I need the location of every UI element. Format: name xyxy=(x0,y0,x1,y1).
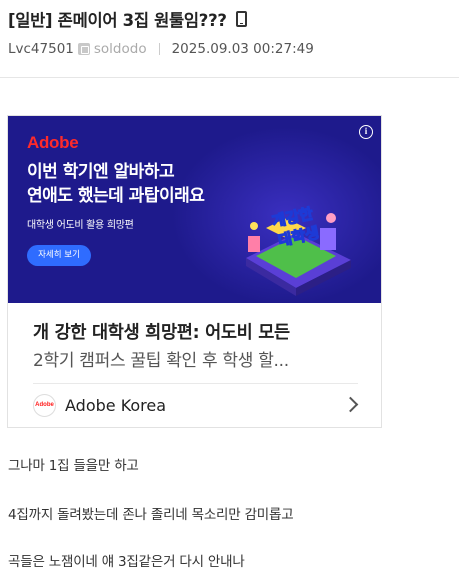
banner-cta-button[interactable]: 자세히 보기 xyxy=(27,245,91,266)
banner-headline: 이번 학기엔 알바하고 연애도 했는데 과탑이래요 xyxy=(27,160,205,208)
post-date: 2025.09.03 00:27:49 xyxy=(171,41,314,57)
post-meta: Lvc47501 soldodo 2025.09.03 00:27:49 xyxy=(8,41,314,57)
post-title: [일반] 존메이어 3집 원툴임??? xyxy=(8,7,247,31)
user-badge-icon xyxy=(77,43,90,55)
advertiser-logo-text: Adobe xyxy=(35,402,54,408)
ad-title[interactable]: 개 강한 대학생 희망편: 어도비 모든 xyxy=(33,319,363,344)
banner-headline-line-2: 연애도 했는데 과탑이래요 xyxy=(27,186,205,206)
mobile-icon xyxy=(235,11,247,27)
banner-illustration: 개강한 대학생 xyxy=(246,204,351,296)
content-line-1: 그나마 1집 들을만 하고 xyxy=(8,458,139,474)
ad-banner[interactable]: Adobe i 이번 학기엔 알바하고 연애도 했는데 과탑이래요 대학생 어도… xyxy=(8,116,381,303)
meta-divider xyxy=(158,43,160,55)
banner-headline-line-1: 이번 학기엔 알바하고 xyxy=(27,162,175,182)
chevron-right-icon[interactable] xyxy=(342,396,359,413)
author-user-id[interactable]: soldodo xyxy=(94,41,147,57)
advertiser-name: Adobe Korea xyxy=(65,395,167,415)
ad-description[interactable]: 2학기 캠퍼스 꿀팁 확인 후 학생 할... xyxy=(33,346,358,371)
ad-info-icon[interactable]: i xyxy=(359,125,373,139)
advertiser-logo: Adobe xyxy=(33,393,56,417)
ad-card[interactable]: Adobe i 이번 학기엔 알바하고 연애도 했는데 과탑이래요 대학생 어도… xyxy=(7,115,382,428)
post-header: [일반] 존메이어 3집 원툴임??? Lvc47501 soldodo 202… xyxy=(0,0,459,78)
banner-subtitle: 대학생 어도비 활용 희망편 xyxy=(27,220,134,231)
content-line-2: 4집까지 돌려봤는데 존나 졸리네 목소리만 감미롭고 xyxy=(8,507,294,523)
post-title-text: [일반] 존메이어 3집 원툴임??? xyxy=(8,11,227,30)
ad-advertiser-row[interactable]: Adobe Adobe Korea xyxy=(33,384,359,426)
adobe-logo: Adobe xyxy=(27,133,79,152)
ad-body[interactable]: 개 강한 대학생 희망편: 어도비 모든 2학기 캠퍼스 꿀팁 확인 후 학생 … xyxy=(8,303,381,427)
content-line-3: 곡들은 노잼이네 얘 3집같은거 다시 안내나 xyxy=(8,554,245,570)
author-nickname[interactable]: Lvc47501 xyxy=(8,41,74,57)
